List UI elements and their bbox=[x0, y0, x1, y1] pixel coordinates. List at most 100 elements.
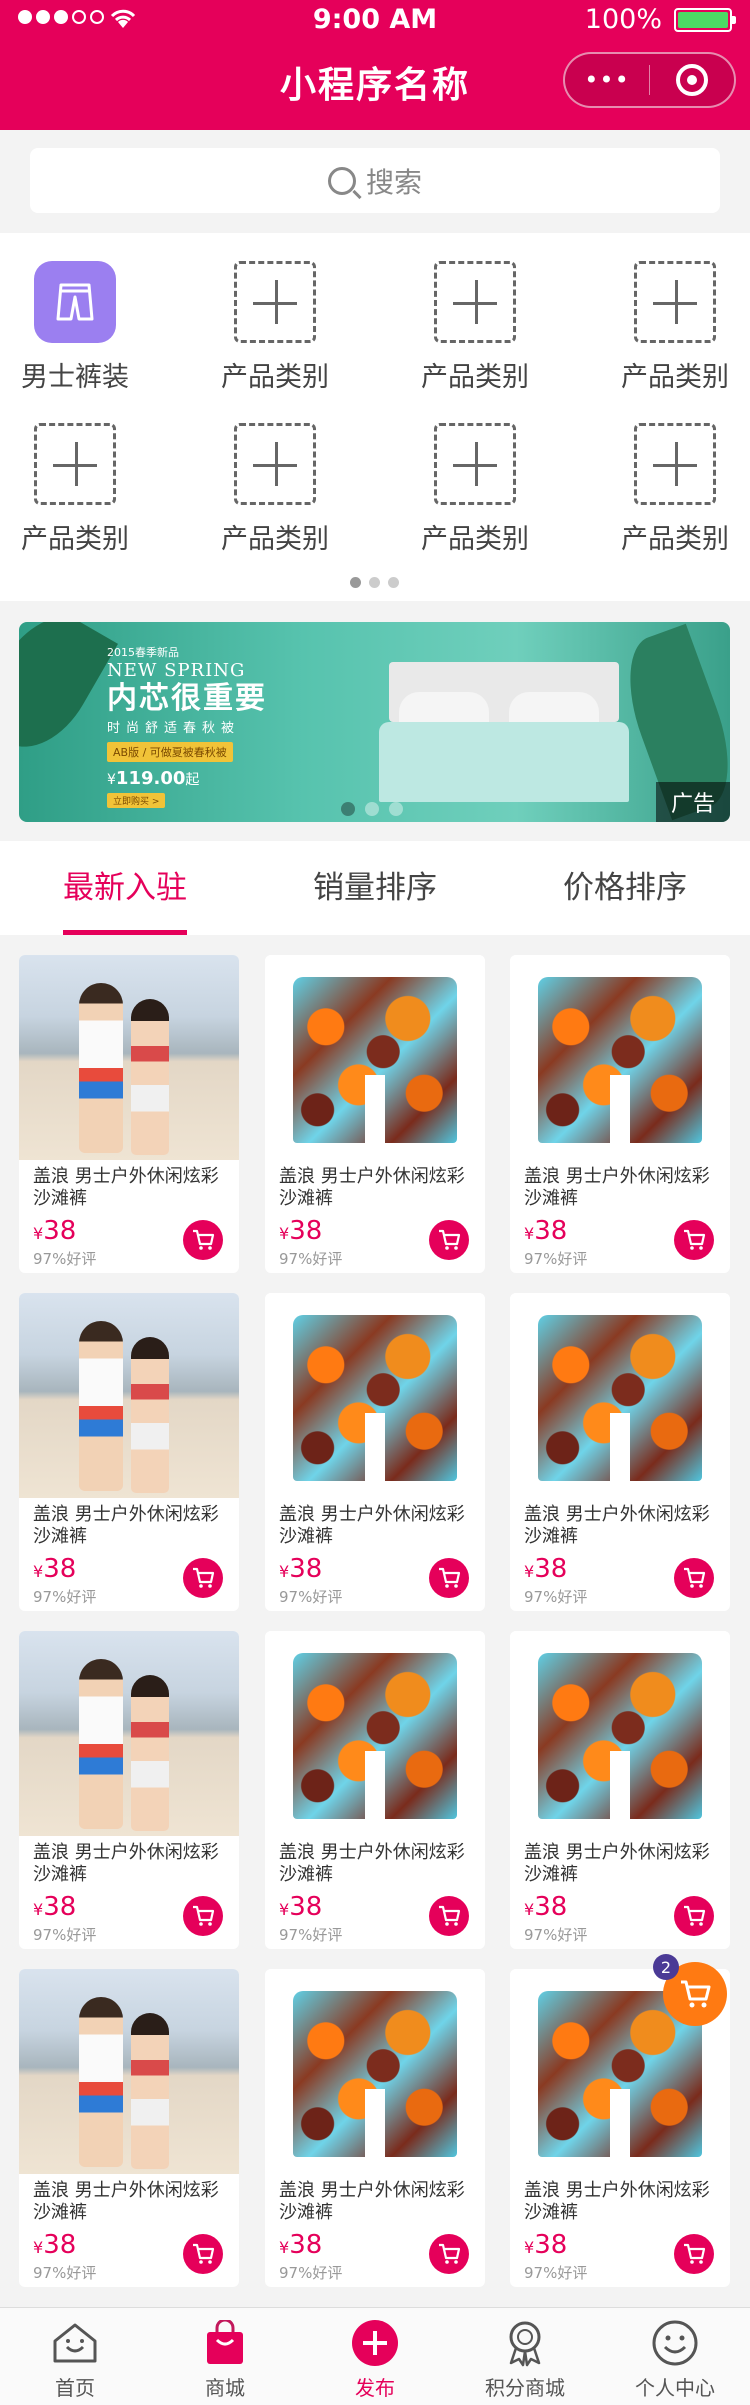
tabbar-item-home[interactable]: 首页 bbox=[0, 2308, 150, 2405]
product-price: ¥38 bbox=[524, 1554, 568, 1584]
category-grid: 男士裤装 产品类别 产品类别 产品类别 产品类别 产品类别 产品类别 产品类别 bbox=[0, 233, 750, 601]
ad-badge: 广告 bbox=[656, 782, 730, 822]
add-to-cart-button[interactable] bbox=[183, 2234, 223, 2274]
product-image bbox=[265, 1293, 485, 1498]
tab-sales[interactable]: 销量排序 bbox=[250, 841, 500, 935]
category-label: 产品类别 bbox=[421, 524, 529, 555]
tabbar-item-profile[interactable]: 个人中心 bbox=[600, 2308, 750, 2405]
cart-icon bbox=[193, 1229, 215, 1250]
product-price: ¥38 bbox=[279, 1554, 323, 1584]
cart-icon bbox=[439, 1229, 461, 1250]
category-label: 产品类别 bbox=[221, 524, 329, 555]
banner-headline: 内芯很重要 bbox=[107, 681, 267, 716]
add-to-cart-button[interactable] bbox=[674, 1896, 714, 1936]
cart-icon bbox=[439, 2243, 461, 2264]
product-card[interactable]: 盖浪 男士户外休闲炫彩沙滩裤 ¥38 97%好评 bbox=[510, 1631, 730, 1949]
banner-page-indicator[interactable] bbox=[341, 802, 403, 816]
banner-tag: AB版 / 可做夏被春秋被 bbox=[107, 742, 233, 762]
promo-banner[interactable]: 2015春季新品 NEW SPRING 内芯很重要 时尚舒适春秋被 AB版 / … bbox=[19, 622, 730, 822]
add-to-cart-button[interactable] bbox=[429, 1896, 469, 1936]
category-page-indicator[interactable] bbox=[350, 577, 399, 588]
product-rating: 97%好评 bbox=[279, 1926, 343, 1944]
plus-icon bbox=[234, 261, 316, 343]
add-to-cart-button[interactable] bbox=[429, 2234, 469, 2274]
tabbar-label: 首页 bbox=[55, 2376, 95, 2400]
tab-price[interactable]: 价格排序 bbox=[500, 841, 750, 935]
category-item[interactable]: 产品类别 bbox=[200, 261, 350, 394]
product-price: ¥38 bbox=[33, 1216, 77, 1246]
product-card[interactable]: 盖浪 男士户外休闲炫彩沙滩裤 ¥38 97%好评 bbox=[265, 955, 485, 1273]
product-title: 盖浪 男士户外休闲炫彩沙滩裤 bbox=[279, 1842, 465, 1885]
bed-illustration bbox=[379, 662, 629, 802]
product-card[interactable]: 盖浪 男士户外休闲炫彩沙滩裤 ¥38 97%好评 bbox=[510, 1293, 730, 1611]
product-card[interactable]: 盖浪 男士户外休闲炫彩沙滩裤 ¥38 97%好评 bbox=[19, 1631, 239, 1949]
add-to-cart-button[interactable] bbox=[183, 1896, 223, 1936]
product-image bbox=[19, 1293, 239, 1498]
product-rating: 97%好评 bbox=[524, 1250, 588, 1268]
tab-newest[interactable]: 最新入驻 bbox=[0, 841, 250, 935]
product-title: 盖浪 男士户外休闲炫彩沙滩裤 bbox=[279, 1504, 465, 1547]
category-item[interactable]: 产品类别 bbox=[600, 261, 750, 394]
add-to-cart-button[interactable] bbox=[429, 1220, 469, 1260]
add-to-cart-button[interactable] bbox=[183, 1220, 223, 1260]
tabbar-item-points-mall[interactable]: 积分商城 bbox=[450, 2308, 600, 2405]
category-item-mens-pants[interactable]: 男士裤装 bbox=[0, 261, 150, 394]
cart-icon bbox=[193, 1905, 215, 1926]
product-title: 盖浪 男士户外休闲炫彩沙滩裤 bbox=[524, 1504, 710, 1547]
header-bar: 9:00 AM 100% 小程序名称 ••• bbox=[0, 0, 750, 130]
product-price: ¥38 bbox=[279, 1216, 323, 1246]
category-item[interactable]: 产品类别 bbox=[600, 423, 750, 556]
home-icon bbox=[50, 2318, 100, 2368]
product-card[interactable]: 盖浪 男士户外休闲炫彩沙滩裤 ¥38 97%好评 bbox=[265, 1293, 485, 1611]
product-image bbox=[19, 1631, 239, 1836]
tabbar-item-publish[interactable]: 发布 bbox=[300, 2308, 450, 2405]
product-card[interactable]: 盖浪 男士户外休闲炫彩沙滩裤 ¥38 97%好评 bbox=[19, 955, 239, 1273]
add-to-cart-button[interactable] bbox=[429, 1558, 469, 1598]
product-card[interactable]: 盖浪 男士户外休闲炫彩沙滩裤 ¥38 97%好评 bbox=[265, 1969, 485, 2287]
tabbar-label: 积分商城 bbox=[485, 2376, 565, 2400]
product-rating: 97%好评 bbox=[279, 1588, 343, 1606]
category-label: 产品类别 bbox=[421, 362, 529, 393]
product-title: 盖浪 男士户外休闲炫彩沙滩裤 bbox=[279, 2180, 465, 2223]
banner-section: 2015春季新品 NEW SPRING 内芯很重要 时尚舒适春秋被 AB版 / … bbox=[0, 601, 750, 841]
banner-subline: 时尚舒适春秋被 bbox=[107, 721, 241, 736]
product-image bbox=[265, 1969, 485, 2174]
product-title: 盖浪 男士户外休闲炫彩沙滩裤 bbox=[33, 1166, 219, 1209]
publish-plus-icon bbox=[350, 2318, 400, 2368]
category-item[interactable]: 产品类别 bbox=[0, 423, 150, 556]
category-item[interactable]: 产品类别 bbox=[400, 423, 550, 556]
product-card[interactable]: 盖浪 男士户外休闲炫彩沙滩裤 ¥38 97%好评 bbox=[19, 1293, 239, 1611]
add-to-cart-button[interactable] bbox=[674, 2234, 714, 2274]
product-title: 盖浪 男士户外休闲炫彩沙滩裤 bbox=[524, 1842, 710, 1885]
floating-cart-button[interactable]: 2 bbox=[653, 1954, 727, 2026]
product-rating: 97%好评 bbox=[279, 2264, 343, 2282]
category-item[interactable]: 产品类别 bbox=[400, 261, 550, 394]
product-image bbox=[265, 1631, 485, 1836]
plus-icon bbox=[634, 261, 716, 343]
cart-icon bbox=[439, 1905, 461, 1926]
product-rating: 97%好评 bbox=[524, 1588, 588, 1606]
product-rating: 97%好评 bbox=[524, 2264, 588, 2282]
add-to-cart-button[interactable] bbox=[674, 1558, 714, 1598]
category-item[interactable]: 产品类别 bbox=[200, 423, 350, 556]
pants-icon bbox=[34, 261, 116, 343]
tabbar-item-shop[interactable]: 商城 bbox=[150, 2308, 300, 2405]
cart-count-badge: 2 bbox=[653, 1954, 679, 1980]
more-menu-button[interactable]: ••• bbox=[565, 66, 649, 94]
product-image bbox=[265, 955, 485, 1160]
banner-buy-button[interactable]: 立即购买 > bbox=[107, 793, 166, 808]
category-label: 产品类别 bbox=[621, 524, 729, 555]
add-to-cart-button[interactable] bbox=[183, 1558, 223, 1598]
plus-icon bbox=[34, 423, 116, 505]
bottom-tab-bar: 首页 商城 发布 积分商城 个人中心 bbox=[0, 2307, 750, 2405]
plus-icon bbox=[234, 423, 316, 505]
close-miniprogram-button[interactable] bbox=[650, 64, 734, 96]
product-card[interactable]: 盖浪 男士户外休闲炫彩沙滩裤 ¥38 97%好评 bbox=[265, 1631, 485, 1949]
cart-icon bbox=[684, 1567, 706, 1588]
product-card[interactable]: 盖浪 男士户外休闲炫彩沙滩裤 ¥38 97%好评 bbox=[510, 955, 730, 1273]
product-title: 盖浪 男士户外休闲炫彩沙滩裤 bbox=[279, 1166, 465, 1209]
product-card[interactable]: 盖浪 男士户外休闲炫彩沙滩裤 ¥38 97%好评 bbox=[19, 1969, 239, 2287]
search-input[interactable]: 搜索 bbox=[30, 148, 720, 213]
add-to-cart-button[interactable] bbox=[674, 1220, 714, 1260]
product-image bbox=[510, 1631, 730, 1836]
